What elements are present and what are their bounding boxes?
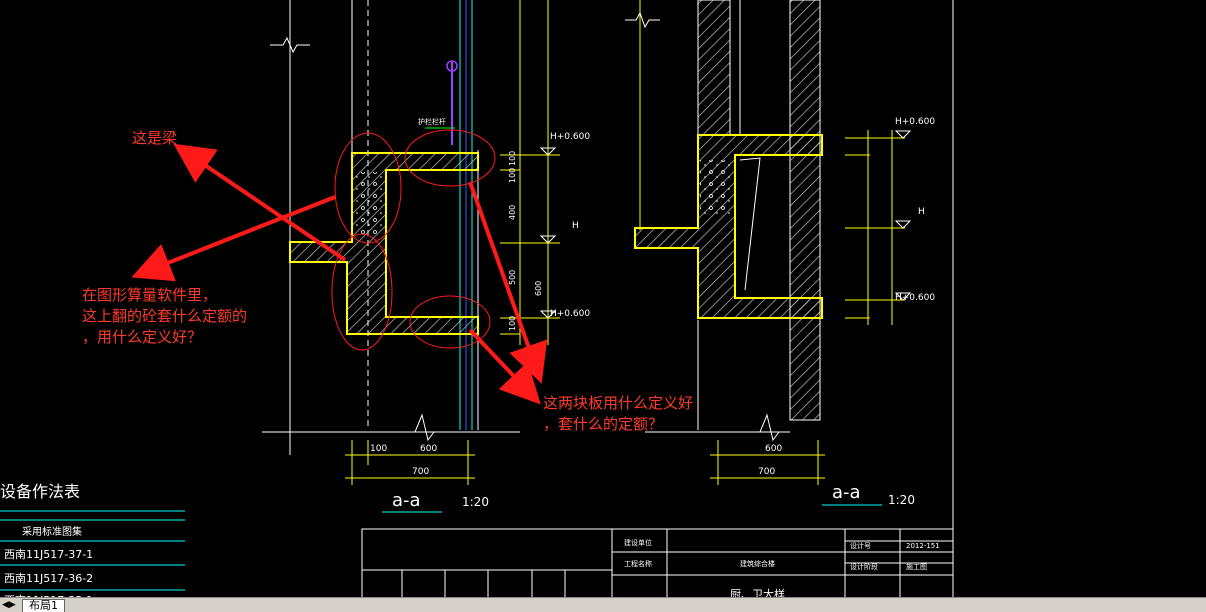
- stage: 施工图: [906, 562, 927, 571]
- arrow-bottom-slab: [468, 328, 541, 405]
- note-slabs-question: 这两块板用什么定义好 ，套什么的定额？: [543, 393, 693, 435]
- elevation-top: H+0.600: [550, 132, 590, 142]
- section-scale: 1:20: [462, 495, 489, 509]
- elevation-bottom: H+0.600: [550, 309, 590, 319]
- table-title: 设备作法表: [0, 482, 80, 501]
- note-software-line-3: ，用什么定义好？: [82, 328, 203, 346]
- annotation-arrows: [131, 143, 548, 405]
- right-section-drawing: H+0.600 H H+0.600 600 700 a-a 1:20: [625, 0, 954, 597]
- dim-400: 400: [508, 205, 517, 220]
- table-row-1: 西南11J517-37-1: [4, 548, 93, 561]
- dim-600: 600: [534, 281, 543, 296]
- elevation-mid-right: H: [918, 207, 925, 217]
- tab-layout-1[interactable]: 布局1: [22, 599, 65, 612]
- sheet-title: 建筑综合楼: [740, 559, 775, 568]
- dim-bottom-700: 700: [412, 467, 429, 477]
- project-no: 2012-151: [906, 542, 940, 550]
- stage-label: 设计阶段: [850, 562, 878, 571]
- left-section-drawing: 护栏栏杆 H+0.600 H H+0.600 100 100 400 500 6…: [262, 0, 590, 513]
- note-software-line-2: 这上翻的砼套什么定额的: [82, 307, 248, 325]
- project-no-label: 设计号: [850, 541, 871, 550]
- note-software-question: 在图形算量软件里， 这上翻的砼套什么定额的 ，用什么定义好？: [82, 285, 247, 348]
- dim-bottom-600-right: 600: [765, 444, 782, 454]
- leader-label: 护栏栏杆: [418, 117, 446, 126]
- project-label: 工程名称: [624, 559, 652, 568]
- section-scale-right: 1:20: [888, 493, 915, 507]
- dim-100a: 100: [508, 151, 517, 166]
- layout-tab-bar: [0, 597, 1206, 612]
- dim-bottom-100: 100: [370, 444, 387, 454]
- dim-100c: 100: [508, 316, 517, 331]
- elevation-bottom-right: H+0.600: [895, 293, 935, 303]
- section-label: a-a: [392, 490, 421, 511]
- note-beam: 这是梁: [132, 129, 178, 147]
- dim-bottom-700-right: 700: [758, 467, 775, 477]
- note-slabs-line-2: ，套什么的定额？: [543, 415, 664, 433]
- note-slabs-line-1: 这两块板用什么定义好: [543, 394, 694, 412]
- equipment-table: 设备作法表 采用标准图集 西南11J517-37-1 西南11J517-36-2…: [0, 482, 185, 607]
- note-software-line-1: 在图形算量软件里，: [82, 286, 218, 304]
- table-header: 采用标准图集: [22, 525, 82, 538]
- unit-label: 建设单位: [624, 538, 652, 547]
- dim-bottom-600: 600: [420, 444, 437, 454]
- dim-500: 500: [508, 270, 517, 285]
- table-row-2: 西南11J517-36-2: [4, 572, 93, 585]
- title-block: 建设单位 工程名称 建筑综合楼 设计号 2012-151 设计阶段 施工图 厨、…: [361, 528, 954, 605]
- elevation-top-right: H+0.600: [895, 117, 935, 127]
- elevation-mid: H: [572, 221, 579, 231]
- dim-100b: 100: [508, 168, 517, 183]
- section-label-right: a-a: [832, 482, 861, 503]
- tab-nav-arrows[interactable]: ◀▶: [2, 600, 18, 610]
